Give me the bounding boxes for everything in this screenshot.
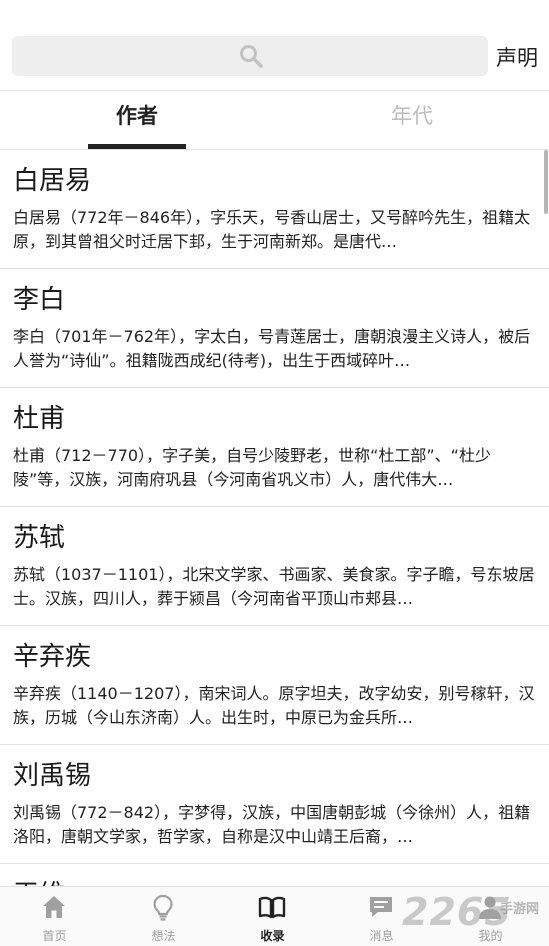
active-tab-indicator [88, 144, 186, 149]
author-description: 白居易（772年－846年），字乐天，号香山居士，又号醉吟先生，祖籍太原，到其曾… [13, 208, 531, 251]
author-name: 李白 [13, 285, 66, 315]
author-name: 白居易 [13, 166, 92, 196]
author-name: 杜甫 [13, 404, 66, 434]
book-icon [258, 896, 286, 919]
search-input[interactable] [12, 36, 488, 76]
author-description: 李白（701年－762年），字太白，号青莲居士，唐朝浪漫主义诗人，被后人誉为“诗… [13, 327, 531, 370]
tab-author[interactable]: 作者 [42, 91, 232, 149]
nav-label: 收录 [260, 929, 285, 943]
author-name: 王维 [13, 878, 536, 886]
watermark-subtitle: 手游网 [500, 902, 540, 917]
tab-bar: 作者 年代 [0, 90, 549, 150]
list-item[interactable]: 苏轼 苏轼（1037－1101），北宋文学家、书画家、美食家。字子瞻，号东坡居士… [0, 507, 549, 626]
author-list[interactable]: 白居易 白居易（772年－846年），字乐天，号香山居士，又号醉吟先生，祖籍太原… [0, 150, 549, 886]
list-item[interactable]: 辛弃疾 辛弃疾（1140－1207），南宋词人。原字坦夫，改字幼安，别号稼轩，汉… [0, 626, 549, 745]
author-name: 苏轼 [13, 523, 66, 553]
nav-item-home[interactable]: 首页 [0, 887, 109, 946]
list-item[interactable]: 白居易 白居易（772年－846年），字乐天，号香山居士，又号醉吟先生，祖籍太原… [0, 150, 549, 269]
author-description: 苏轼（1037－1101），北宋文学家、书画家、美食家。字子瞻，号东坡居士。汉族… [13, 565, 535, 608]
author-description: 杜甫（712－770），字子美，自号少陵野老，世称“杜工部”、“杜少陵”等，汉族… [13, 446, 491, 489]
list-item[interactable]: 刘禹锡 刘禹锡（772－842），字梦得，汉族，中国唐朝彭城（今徐州）人，祖籍洛… [0, 745, 549, 864]
watermark-logo: 2265 [402, 890, 512, 934]
home-icon [43, 896, 65, 918]
author-description: 辛弃疾（1140－1207），南宋词人。原字坦夫，改字幼安，别号稼轩，汉族，历城… [13, 684, 535, 727]
list-item[interactable]: 王维 [0, 864, 549, 886]
author-name: 刘禹锡 [13, 761, 92, 791]
nav-label: 首页 [42, 929, 67, 943]
nav-label: 想法 [151, 929, 176, 943]
list-item[interactable]: 李白 李白（701年－762年），字太白，号青莲居士，唐朝浪漫主义诗人，被后人誉… [0, 269, 549, 388]
message-icon [370, 897, 392, 917]
nav-item-collection[interactable]: 收录 [218, 887, 327, 946]
nav-item-ideas[interactable]: 想法 [109, 887, 218, 946]
list-item[interactable]: 杜甫 杜甫（712－770），字子美，自号少陵野老，世称“杜工部”、“杜少陵”等… [0, 388, 549, 507]
author-name: 辛弃疾 [13, 642, 92, 672]
declaration-button[interactable]: 声明 [496, 42, 538, 72]
site-watermark: 2265 手游网 [396, 890, 549, 946]
top-bar: 声明 [0, 0, 549, 90]
author-description: 刘禹锡（772－842），字梦得，汉族，中国唐朝彭城（今徐州）人，祖籍洛阳，唐朝… [13, 803, 531, 846]
list-scrollbar[interactable] [544, 150, 548, 214]
search-icon [240, 45, 263, 68]
lightbulb-icon [153, 894, 173, 921]
tab-era[interactable]: 年代 [317, 91, 507, 149]
